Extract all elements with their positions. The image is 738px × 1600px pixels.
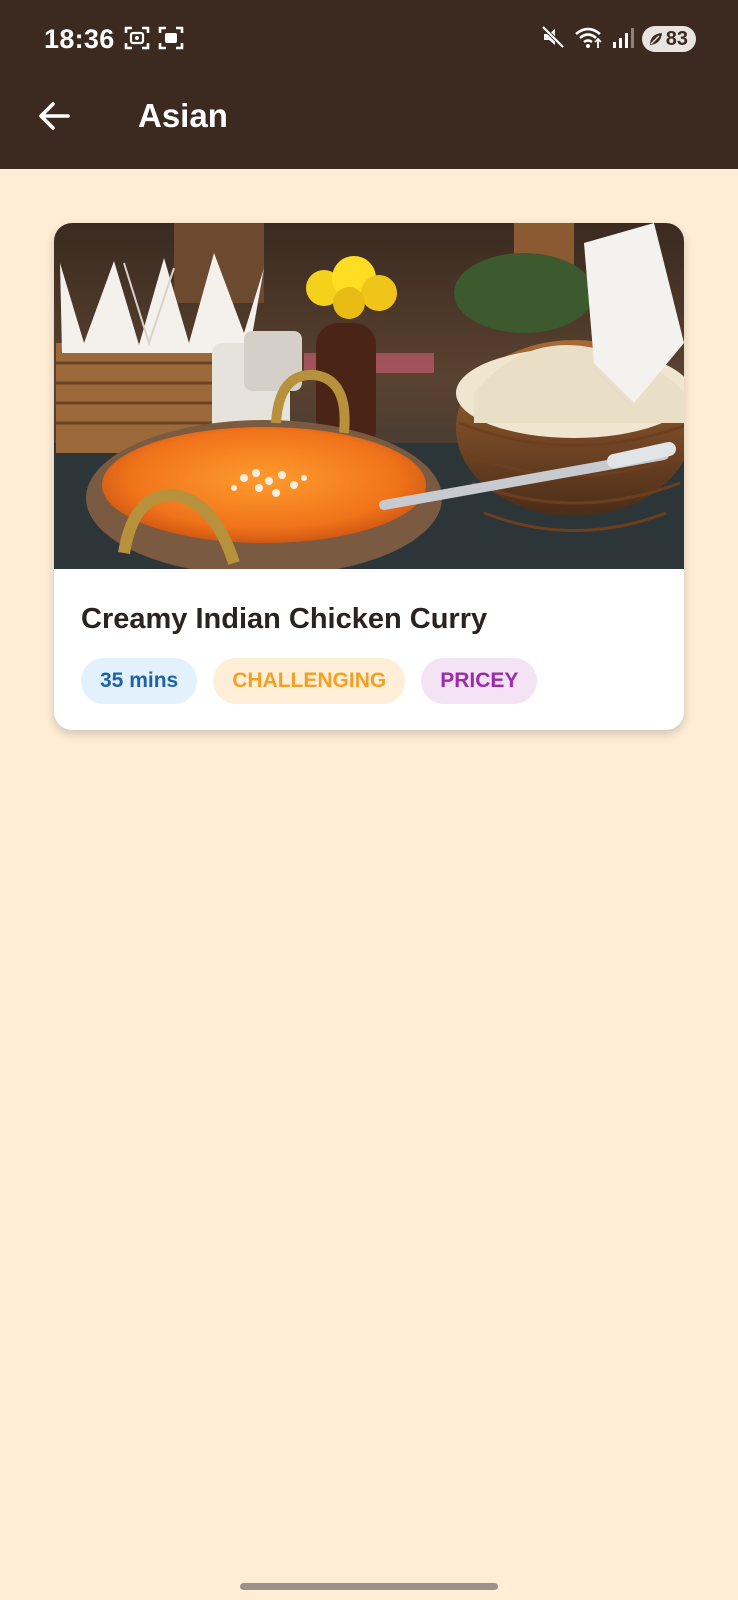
recipe-title: Creamy Indian Chicken Curry <box>81 603 488 635</box>
mute-icon <box>540 24 566 55</box>
wifi-icon <box>574 24 604 55</box>
screenshot-icon <box>124 25 150 56</box>
battery-icon: 83 <box>641 26 696 52</box>
scan-icon <box>158 25 184 56</box>
leaf-icon <box>649 33 662 45</box>
recipe-tags: 35 mins CHALLENGING PRICEY <box>81 658 538 704</box>
recipe-image <box>54 223 684 569</box>
home-indicator[interactable] <box>240 1583 498 1590</box>
status-left-icons <box>124 25 184 56</box>
difficulty-tag: CHALLENGING <box>213 658 406 704</box>
recipe-card[interactable]: Creamy Indian Chicken Curry 35 mins CHAL… <box>54 223 684 730</box>
status-time: 18:36 <box>44 24 115 54</box>
arrow-left-icon <box>39 102 70 130</box>
app-bar: 18:36 83 Asian <box>0 0 738 169</box>
signal-icon <box>612 24 634 55</box>
back-button[interactable] <box>30 92 78 140</box>
price-tag: PRICEY <box>421 658 538 704</box>
duration-tag: 35 mins <box>81 658 198 704</box>
battery-level: 83 <box>665 27 688 50</box>
page-title: Asian <box>138 97 228 134</box>
status-right-icons: 83 <box>540 22 696 56</box>
